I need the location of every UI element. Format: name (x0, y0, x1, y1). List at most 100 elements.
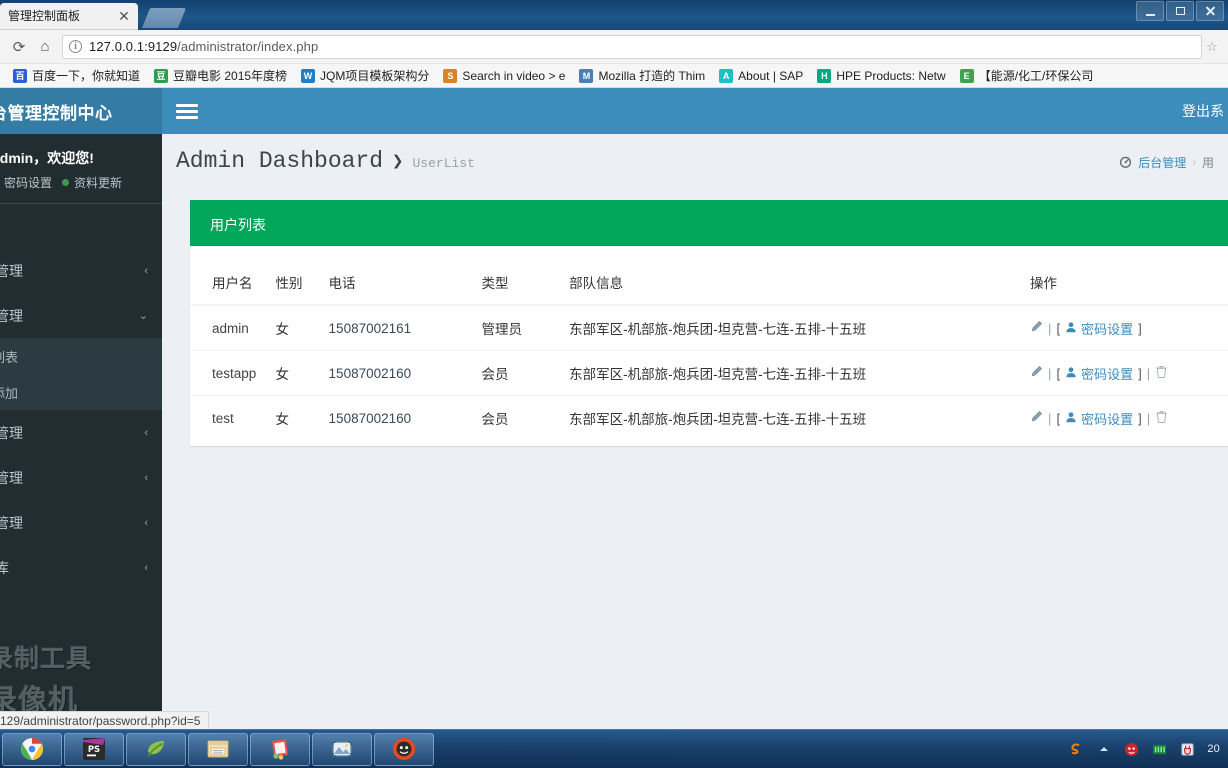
hamburger-icon[interactable] (176, 103, 198, 119)
browser-tab[interactable]: 管理控制面板 ✕ (0, 3, 138, 30)
close-button[interactable] (1196, 1, 1224, 21)
bookmark-item[interactable]: M Mozilla 打造的 Thim (574, 66, 710, 85)
screen-recorder-watermark: 录制工具 录像机 (0, 639, 162, 719)
bookmark-label: Mozilla 打造的 Thim (598, 69, 706, 83)
edit-icon[interactable] (1030, 320, 1043, 336)
th-operation: 操作 (1024, 264, 1228, 306)
page-title-main: Admin Dashboard (176, 148, 384, 174)
bookmark-item[interactable]: H HPE Products: Netw (812, 68, 950, 84)
taskbar-item-navicat[interactable] (126, 732, 186, 766)
cell-unit: 东部军区-机部旅-炮兵团-坦克营-七连-五排-十五班 (563, 350, 1025, 396)
action-divider: | (1048, 320, 1052, 336)
status-url: 129/administrator/password.php?id=5 (0, 713, 201, 728)
sidebar-item-label: 管理 (0, 469, 23, 486)
sidebar-menu: 管理‹管理⌄列表添加管理‹管理‹管理‹库‹ (0, 248, 162, 590)
cell-username: testapp (190, 350, 270, 396)
show-hidden-icons-icon[interactable] (1095, 741, 1112, 758)
system-tray: 20 (1067, 741, 1228, 758)
action-divider: | (1146, 365, 1151, 381)
taskbar-item-phpstorm[interactable]: PS (64, 732, 124, 766)
edit-icon[interactable] (1030, 410, 1043, 426)
breadcrumb-root[interactable]: 后台管理 (1138, 154, 1186, 171)
action-divider: | (1048, 410, 1052, 426)
box-wrapper: 用户列表 用户名 性别 电话 类型 部队信息 操作 admin 女 150870… (162, 182, 1228, 446)
bookmark-favicon-icon: 百 (13, 68, 27, 83)
password-setting-link[interactable]: 密码设置 (1065, 409, 1133, 428)
watermark-line-1: 录制工具 (0, 644, 93, 673)
bookmark-item[interactable]: E 【能源/化工/环保公司 (955, 66, 1099, 85)
network-icon[interactable] (1151, 741, 1168, 758)
clock[interactable]: 20 (1207, 743, 1220, 755)
sidebar-item-0[interactable]: 管理 ‹ (0, 248, 162, 293)
bookmark-item[interactable]: 百百度一下，你就知道 (8, 66, 145, 85)
minimize-button[interactable] (1136, 1, 1164, 21)
sidebar-subitem-0[interactable]: 列表 (0, 338, 162, 374)
breadcrumb-current: 用 (1201, 156, 1214, 170)
sidebar-user-link-label: 资料更新 (74, 176, 123, 190)
bracket-open: [ (1056, 365, 1061, 381)
dashboard-icon (1119, 155, 1132, 171)
page-subtitle: UserList (412, 156, 475, 171)
table-row: test 女 15087002160 会员 东部军区-机部旅-炮兵团-坦克营-七连-五排… (190, 395, 1228, 440)
box-body: 用户名 性别 电话 类型 部队信息 操作 admin 女 15087002161 管理… (190, 246, 1228, 446)
password-setting-label: 密码设置 (1081, 366, 1134, 382)
bookmark-label: Search in video > e (462, 68, 566, 83)
tab-title: 管理控制面板 (8, 9, 81, 23)
sidebar-item-3[interactable]: 管理 ‹ (0, 455, 162, 500)
chevron-icon: ‹ (144, 471, 148, 484)
sidebar-subitem-label: 添加 (0, 385, 19, 401)
app-brand[interactable]: 台管理控制中心 (0, 88, 162, 134)
sidebar-item-2[interactable]: 管理 ‹ (0, 410, 162, 455)
maximize-button[interactable] (1166, 1, 1194, 21)
bookmark-favicon-icon: A (719, 68, 734, 83)
user-icon (1065, 321, 1077, 336)
taskbar-item-chrome[interactable] (2, 732, 62, 766)
web-page: 台管理控制中心 登出系 admin，欢迎您! 密码设置 资料更新 管理 ‹ 管理 ⌄ 列表… (0, 88, 1228, 729)
sidebar-item-label: 管理 (0, 262, 23, 279)
delete-icon[interactable] (1155, 410, 1168, 426)
bookmark-item[interactable]: W JQM项目模板架构分 (296, 66, 434, 85)
taskbar-item-picture-viewer[interactable] (312, 732, 372, 766)
site-info-icon[interactable]: i (69, 40, 82, 53)
edit-icon[interactable] (1030, 365, 1043, 381)
new-tab-button[interactable] (141, 8, 187, 28)
bookmark-item[interactable]: 豆豆瓣电影 2015年度榜 (149, 66, 292, 85)
bookmark-favicon-icon: E (959, 68, 974, 83)
taskbar-item-firefox-variant[interactable] (374, 732, 434, 766)
user-icon (1065, 411, 1077, 426)
cell-username: test (190, 395, 270, 440)
box-title: 用户列表 (210, 216, 266, 233)
taskbar-item-explorer[interactable] (188, 732, 248, 766)
password-setting-link[interactable]: 密码设置 (1065, 364, 1133, 383)
sidebar-user-link[interactable]: 资料更新 (62, 174, 122, 191)
user-table: 用户名 性别 电话 类型 部队信息 操作 admin 女 15087002161 管理… (190, 264, 1228, 440)
antivirus-icon[interactable] (1123, 741, 1140, 758)
sidebar: admin，欢迎您! 密码设置资料更新 管理‹管理⌄列表添加管理‹管理‹管理‹库… (0, 134, 162, 729)
usb-device-icon[interactable] (1179, 741, 1196, 758)
logout-link[interactable]: 登出系 (1182, 101, 1228, 121)
taskbar-item-notepad[interactable] (250, 732, 310, 766)
sidebar-user-link[interactable]: 密码设置 (0, 174, 52, 191)
bookmark-label: 百度一下，你就知道 (32, 69, 141, 83)
sidebar-item-4[interactable]: 管理 ‹ (0, 500, 162, 545)
sidebar-item-label: 库 (0, 559, 9, 576)
sidebar-item-label: 管理 (0, 424, 23, 441)
close-icon[interactable]: ✕ (116, 8, 132, 25)
bookmark-label: 【能源/化工/环保公司 (978, 69, 1094, 83)
delete-icon[interactable] (1155, 365, 1168, 381)
bookmark-label: HPE Products: Netw (836, 68, 946, 83)
url-path: /administrator/index.php (177, 39, 319, 54)
sidebar-subitem-1[interactable]: 添加 (0, 374, 162, 410)
address-bar[interactable]: i 127.0.0.1:9129/administrator/index.php (62, 34, 1202, 59)
sogou-input-icon[interactable] (1067, 741, 1084, 758)
bookmark-item[interactable]: S Search in video > e (438, 68, 570, 84)
bullet-icon (62, 179, 70, 186)
bookmark-star-icon[interactable]: ☆ (1202, 39, 1222, 55)
sidebar-item-1[interactable]: 管理 ⌄ (0, 293, 162, 338)
sidebar-item-5[interactable]: 库 ‹ (0, 545, 162, 590)
reload-icon[interactable]: ⟳ (6, 34, 32, 60)
password-setting-link[interactable]: 密码设置 (1065, 319, 1133, 338)
home-icon[interactable]: ⌂ (32, 34, 58, 60)
bookmark-item[interactable]: A About | SAP (714, 68, 808, 84)
